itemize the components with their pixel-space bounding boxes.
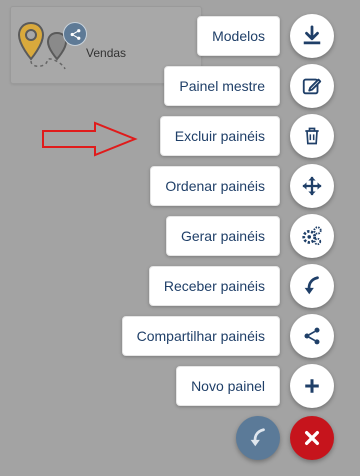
close-fab-button[interactable] xyxy=(290,416,334,460)
menu-label-gerar-paineis[interactable]: Gerar painéis xyxy=(165,216,280,256)
download-icon xyxy=(303,25,321,45)
ordenar-paineis-button[interactable] xyxy=(290,164,334,208)
excluir-paineis-button[interactable] xyxy=(290,114,334,158)
menu-item-novo-painel[interactable]: Novo painel xyxy=(0,364,360,408)
menu-item-ordenar-paineis[interactable]: Ordenar painéis xyxy=(0,164,360,208)
receive-arrow-icon xyxy=(250,428,265,447)
modelos-button[interactable] xyxy=(290,14,334,58)
menu-label-novo-painel[interactable]: Novo painel xyxy=(176,366,280,406)
move-icon xyxy=(302,176,322,196)
menu-label-compartilhar-paineis[interactable]: Compartilhar painéis xyxy=(121,316,280,356)
menu-label-painel-mestre[interactable]: Painel mestre xyxy=(164,66,280,106)
edit-icon xyxy=(302,78,322,95)
receive-fab-button[interactable] xyxy=(236,416,280,460)
plus-icon xyxy=(305,379,319,393)
menu-label-modelos[interactable]: Modelos xyxy=(197,16,280,56)
menu-item-modelos[interactable]: Modelos xyxy=(0,14,360,58)
gerar-paineis-button[interactable] xyxy=(290,214,334,258)
cogs-icon xyxy=(302,226,322,246)
trash-icon xyxy=(305,127,319,145)
menu-item-excluir-paineis[interactable]: Excluir painéis xyxy=(0,114,360,158)
menu-item-painel-mestre[interactable]: Painel mestre xyxy=(0,64,360,108)
receber-paineis-button[interactable] xyxy=(290,264,334,308)
compartilhar-paineis-button[interactable] xyxy=(290,314,334,358)
share-icon xyxy=(304,327,320,345)
menu-label-excluir-paineis[interactable]: Excluir painéis xyxy=(159,116,280,156)
menu-item-gerar-paineis[interactable]: Gerar painéis xyxy=(0,214,360,258)
painel-mestre-button[interactable] xyxy=(290,64,334,108)
receive-arrow-icon xyxy=(304,276,319,295)
close-icon xyxy=(305,431,319,445)
menu-item-receber-paineis[interactable]: Receber painéis xyxy=(0,264,360,308)
menu-label-ordenar-paineis[interactable]: Ordenar painéis xyxy=(150,166,280,206)
menu-label-receber-paineis[interactable]: Receber painéis xyxy=(148,266,280,306)
novo-painel-button[interactable] xyxy=(290,364,334,408)
menu-item-compartilhar-paineis[interactable]: Compartilhar painéis xyxy=(0,314,360,358)
